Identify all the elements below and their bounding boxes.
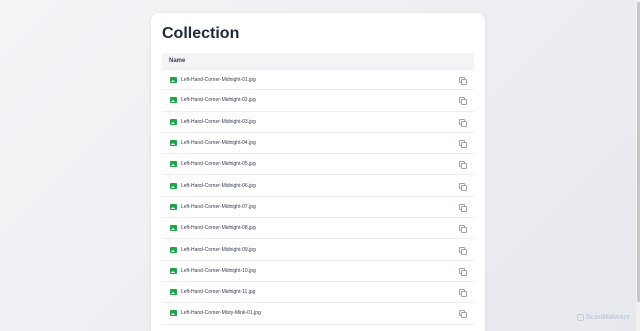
table-header: Name	[162, 53, 474, 69]
image-icon	[170, 161, 177, 168]
collection-card: Collection Name Left-Hand-Corner-Midnigh…	[151, 13, 485, 331]
file-row[interactable]: Left-Hand-Corner-Midnight-11.jpg	[162, 282, 474, 304]
image-icon	[170, 246, 177, 253]
file-row[interactable]: Left-Hand-Corner-Midnight-01.jpg	[162, 69, 474, 91]
file-row[interactable]: Left-Hand-Corner-Midnight-08.jpg	[162, 218, 474, 240]
file-row[interactable]: Left-Hand-Corner-Midnight-05.jpg	[162, 154, 474, 176]
copy-icon[interactable]	[459, 118, 467, 127]
image-icon	[170, 289, 177, 296]
file-row[interactable]: Left-Hand-Corner-Midnight-04.jpg	[162, 133, 474, 155]
file-row[interactable]: Left-Hand-Corner-Midnight-07.jpg	[162, 197, 474, 219]
image-icon	[170, 118, 177, 125]
copy-icon[interactable]	[459, 289, 467, 298]
page-title: Collection	[162, 25, 240, 42]
name-column-header: Name	[169, 58, 186, 64]
copy-icon[interactable]	[459, 267, 467, 276]
file-name[interactable]: Left-Hand-Corner-Midnight-05.jpg	[181, 161, 256, 167]
copy-icon[interactable]	[459, 76, 467, 85]
file-row[interactable]: Left-Hand-Corner-Midnight-09.jpg	[162, 239, 474, 261]
copy-icon[interactable]	[459, 182, 467, 191]
file-list: Left-Hand-Corner-Midnight-01.jpg Left-Han…	[162, 69, 474, 325]
file-row[interactable]: Left-Hand-Corner-Midnight-02.jpg	[162, 90, 474, 112]
file-name[interactable]: Left-Hand-Corner-Misty-Mink-01.jpg	[181, 310, 261, 316]
file-row[interactable]: Left-Hand-Corner-Midnight-06.jpg	[162, 175, 474, 197]
image-icon	[170, 97, 177, 104]
scrollbar-thumb[interactable]	[636, 2, 640, 302]
file-name[interactable]: Left-Hand-Corner-Midnight-03.jpg	[181, 119, 256, 125]
copy-icon[interactable]	[459, 225, 467, 234]
image-icon	[170, 76, 177, 83]
file-name[interactable]: Left-Hand-Corner-Midnight-07.jpg	[181, 204, 256, 210]
file-row[interactable]: Left-Hand-Corner-Midnight-10.jpg	[162, 261, 474, 282]
copy-icon[interactable]	[459, 161, 467, 170]
copy-icon[interactable]	[459, 203, 467, 212]
copy-icon[interactable]	[459, 97, 467, 106]
copy-icon[interactable]	[459, 140, 467, 149]
file-name[interactable]: Left-Hand-Corner-Midnight-04.jpg	[181, 140, 256, 146]
image-icon	[170, 225, 177, 232]
copy-icon[interactable]	[459, 310, 467, 319]
image-icon	[170, 182, 177, 189]
image-icon	[170, 203, 177, 210]
image-icon	[170, 267, 177, 274]
file-name[interactable]: Left-Hand-Corner-Midnight-01.jpg	[181, 77, 256, 83]
file-row[interactable]: Left-Hand-Corner-Midnight-03.jpg	[162, 112, 474, 133]
page-scrollbar[interactable]	[636, 0, 640, 331]
watermark-logo: ScanMalware	[576, 314, 630, 321]
shield-icon	[576, 314, 584, 321]
file-name[interactable]: Left-Hand-Corner-Midnight-08.jpg	[181, 225, 256, 231]
watermark-text: ScanMalware	[585, 314, 630, 321]
copy-icon[interactable]	[459, 246, 467, 255]
file-name[interactable]: Left-Hand-Corner-Midnight-06.jpg	[181, 183, 256, 189]
image-icon	[170, 140, 177, 147]
file-name[interactable]: Left-Hand-Corner-Midnight-02.jpg	[181, 97, 256, 103]
file-name[interactable]: Left-Hand-Corner-Midnight-09.jpg	[181, 247, 256, 253]
file-row[interactable]: Left-Hand-Corner-Misty-Mink-01.jpg	[162, 303, 474, 325]
file-name[interactable]: Left-Hand-Corner-Midnight-10.jpg	[181, 268, 256, 274]
file-name[interactable]: Left-Hand-Corner-Midnight-11.jpg	[181, 289, 255, 295]
image-icon	[170, 310, 177, 317]
file-table: Name Left-Hand-Corner-Midnight-01.jpg Lef…	[162, 53, 474, 325]
